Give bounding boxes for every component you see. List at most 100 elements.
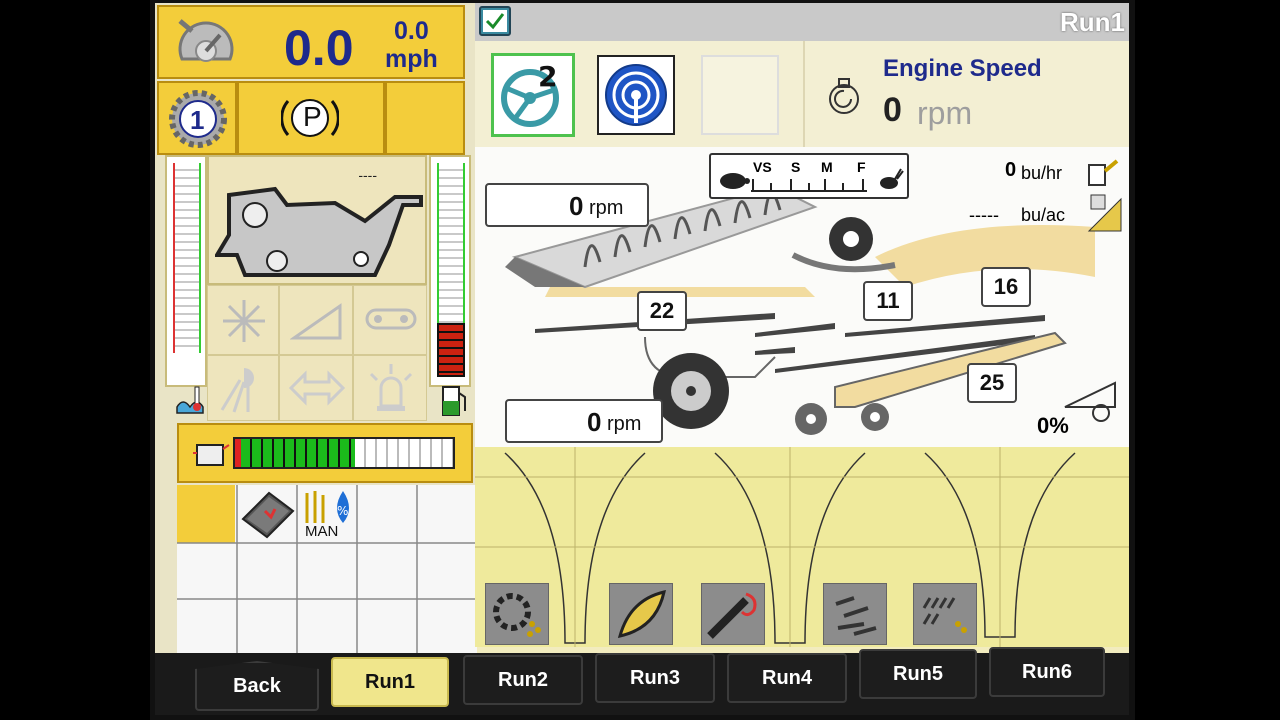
svg-text:2: 2	[538, 60, 557, 93]
yield-area-value: -----	[969, 205, 999, 225]
loss-monitor-area	[475, 447, 1129, 647]
scale-m: M	[821, 159, 833, 175]
turtle-icon	[720, 173, 750, 189]
yield-rate-icon	[1088, 159, 1119, 186]
lower-sieve-setting-box[interactable]: 25	[967, 363, 1017, 403]
loss-percent: 0%	[1037, 413, 1069, 438]
quick-icons-row: 2 Engine Speed 0 rpm	[475, 41, 1129, 147]
loss-funnels	[475, 447, 1129, 647]
temperature-gauge-scale	[173, 163, 201, 353]
concave-setting-box[interactable]: 22	[637, 291, 687, 331]
yield-area-unit: bu/ac	[1021, 205, 1066, 225]
man-label: MAN	[305, 523, 339, 540]
ground-speed-box[interactable]: 0.0 0.0 mph	[157, 5, 465, 79]
tab-run4[interactable]: Run4	[727, 653, 847, 703]
feeder-rpm-box[interactable]: 0 rpm	[505, 399, 663, 443]
tab-run2[interactable]: Run2	[463, 655, 583, 705]
def-level-track	[233, 437, 455, 469]
feeder-rpm-value: 0	[587, 407, 602, 437]
left-right-arrow-icon	[288, 370, 346, 406]
rotor-rpm-box[interactable]: 0 rpm	[485, 183, 649, 227]
wireless-signal-icon	[605, 64, 667, 126]
rabbit-icon	[880, 168, 904, 189]
rotor-loss-icon	[493, 593, 541, 637]
header-loss-tile[interactable]	[609, 583, 673, 645]
grain-moisture-icon: %	[305, 491, 349, 523]
empty-status-cell[interactable]	[385, 81, 465, 155]
empty-quick-slot[interactable]	[701, 55, 779, 135]
tailings-tile[interactable]	[823, 583, 887, 645]
rotor-loss-tile[interactable]	[485, 583, 549, 645]
sieve-loss-tile[interactable]	[913, 583, 977, 645]
fuel-gauge-empty-scale	[437, 163, 465, 323]
connectivity-button[interactable]	[597, 55, 675, 135]
temperature-gauge	[165, 155, 207, 387]
fuel-gauge-fill	[437, 323, 465, 377]
direction-tile[interactable]	[279, 355, 353, 421]
engine-speed-label: Engine Speed	[883, 55, 1042, 82]
lights-tile[interactable]	[207, 355, 279, 421]
scale-ticks	[751, 179, 867, 192]
engine-speed-icon	[829, 78, 859, 114]
feeder-rpm-unit: rpm	[607, 413, 642, 435]
scale-vs: VS	[753, 159, 772, 175]
scale-f: F	[857, 159, 866, 175]
beacon-light-icon	[369, 364, 413, 411]
threshing-diagram: VS S M F 0 rpm 0 rpm 22 11 16 25 0 bu/hr…	[475, 147, 1129, 447]
tab-run6[interactable]: Run6	[989, 647, 1105, 697]
gear-number: 1	[190, 105, 205, 135]
auger-right-icon	[861, 403, 889, 431]
manual-moisture-shortcut[interactable]: % MAN	[297, 485, 357, 543]
steering-wheel-icon: 2	[501, 60, 559, 127]
checkmark-button[interactable]	[479, 6, 511, 36]
chaffer-setting-box[interactable]: 11	[863, 281, 913, 321]
tab-run3[interactable]: Run3	[595, 653, 715, 703]
speed-unit-top: 0.0	[394, 17, 429, 45]
beacon-tile[interactable]	[353, 355, 427, 421]
tailings-icon	[835, 596, 877, 636]
chain-link-icon	[365, 308, 417, 330]
upper-sieve-setting-box[interactable]: 16	[981, 267, 1031, 307]
park-label: P	[303, 101, 322, 132]
def-tank-icon	[193, 444, 230, 466]
fan-tile[interactable]	[207, 285, 279, 355]
rotor-speed-scale[interactable]: VS S M F	[709, 153, 909, 199]
engine-speed-unit: rpm	[917, 95, 973, 131]
yield-rate-unit: bu/hr	[1021, 163, 1063, 183]
def-level-fill	[241, 439, 355, 467]
back-button[interactable]: Back	[195, 661, 319, 711]
combine-harvester-icon	[215, 186, 423, 277]
fan-icon	[223, 300, 265, 342]
sieve-tile[interactable]	[279, 285, 353, 355]
chopper-icon	[829, 217, 873, 261]
operator-manual-icon[interactable]	[239, 489, 295, 541]
icons-divider	[803, 41, 805, 147]
autosteer-button[interactable]: 2	[491, 53, 575, 137]
feeder-drum-icon	[653, 353, 729, 429]
svg-text:%: %	[337, 504, 348, 518]
tab-run1[interactable]: Run1	[331, 657, 449, 707]
tab-run5[interactable]: Run5	[859, 649, 977, 699]
speed-unit-bottom: mph	[385, 45, 438, 73]
def-level-bar[interactable]	[177, 423, 473, 483]
fuel-pump-icon	[442, 386, 466, 416]
grain-kernel-icon	[617, 589, 666, 639]
left-status-panel: 0.0 0.0 mph 1 P ---- % MAN	[155, 3, 477, 715]
work-lights-icon	[220, 368, 254, 413]
elevator-hook-icon	[707, 592, 757, 639]
sieve-icon	[290, 303, 342, 340]
chain-tile[interactable]	[353, 285, 427, 355]
fuel-level-gauge	[429, 155, 471, 387]
page-title: Run1	[1060, 7, 1125, 37]
def-level-empty	[355, 439, 453, 467]
combine-machine-panel[interactable]: ----	[207, 155, 427, 285]
checkmark-icon	[483, 10, 507, 32]
elevator-tile[interactable]	[701, 583, 765, 645]
park-brake-cell[interactable]: P	[237, 81, 385, 155]
gear-cell[interactable]: 1	[157, 81, 237, 155]
speedometer-icon	[178, 19, 234, 62]
loss-icon	[1092, 404, 1110, 422]
combine-display-screen: 0.0 0.0 mph 1 P ---- % MAN Run1 2 Engine…	[155, 3, 1129, 715]
shortcut-grid: % MAN	[177, 485, 477, 657]
yield-rate-value: 0	[1005, 159, 1017, 181]
